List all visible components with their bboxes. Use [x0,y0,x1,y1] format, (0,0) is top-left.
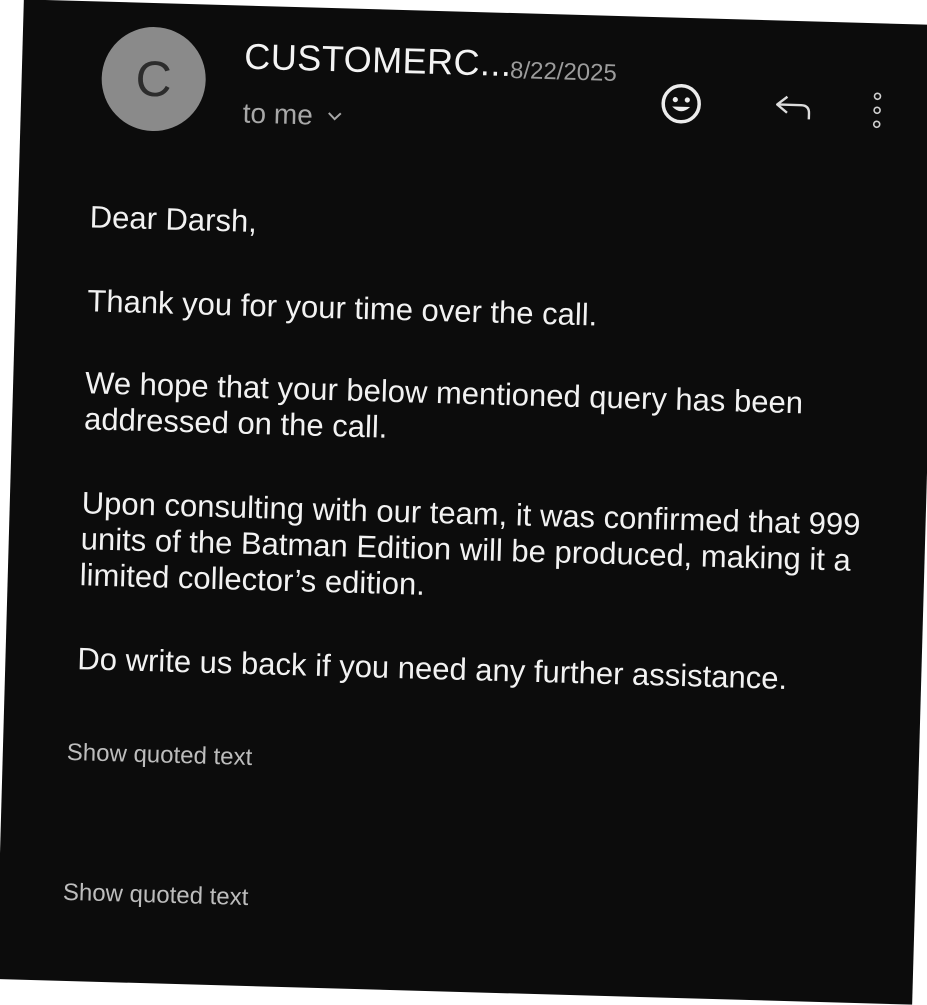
smiley-face-icon [661,84,701,124]
reply-button[interactable] [769,86,818,127]
email-date: 8/22/2025 [509,57,618,87]
email-paragraph: Thank you for your time over the call. [86,283,598,333]
sender-name: CUSTOMERC... [243,35,513,85]
show-quoted-text-link[interactable]: Show quoted text [63,879,249,912]
email-paragraph: Do write us back if you need any further… [76,641,788,696]
avatar[interactable]: C [100,25,208,133]
emoji-reaction-button[interactable] [654,77,707,130]
email-paragraph: Upon consulting with our team, it was co… [79,485,861,602]
vertical-dots-icon [872,92,882,129]
more-options-button[interactable] [866,85,887,136]
recipient-toggle[interactable]: to me [242,98,345,133]
avatar-letter: C [134,50,173,108]
email-view: C CUSTOMERC... 8/22/2025 to me Dear Dars… [0,0,927,1005]
recipient-label: to me [242,97,314,131]
email-paragraph: We hope that your below mentioned query … [83,365,804,445]
reply-arrow-icon [776,95,811,120]
chevron-down-icon [328,112,342,121]
email-greeting: Dear Darsh, [89,199,258,239]
show-quoted-text-link[interactable]: Show quoted text [66,739,252,772]
